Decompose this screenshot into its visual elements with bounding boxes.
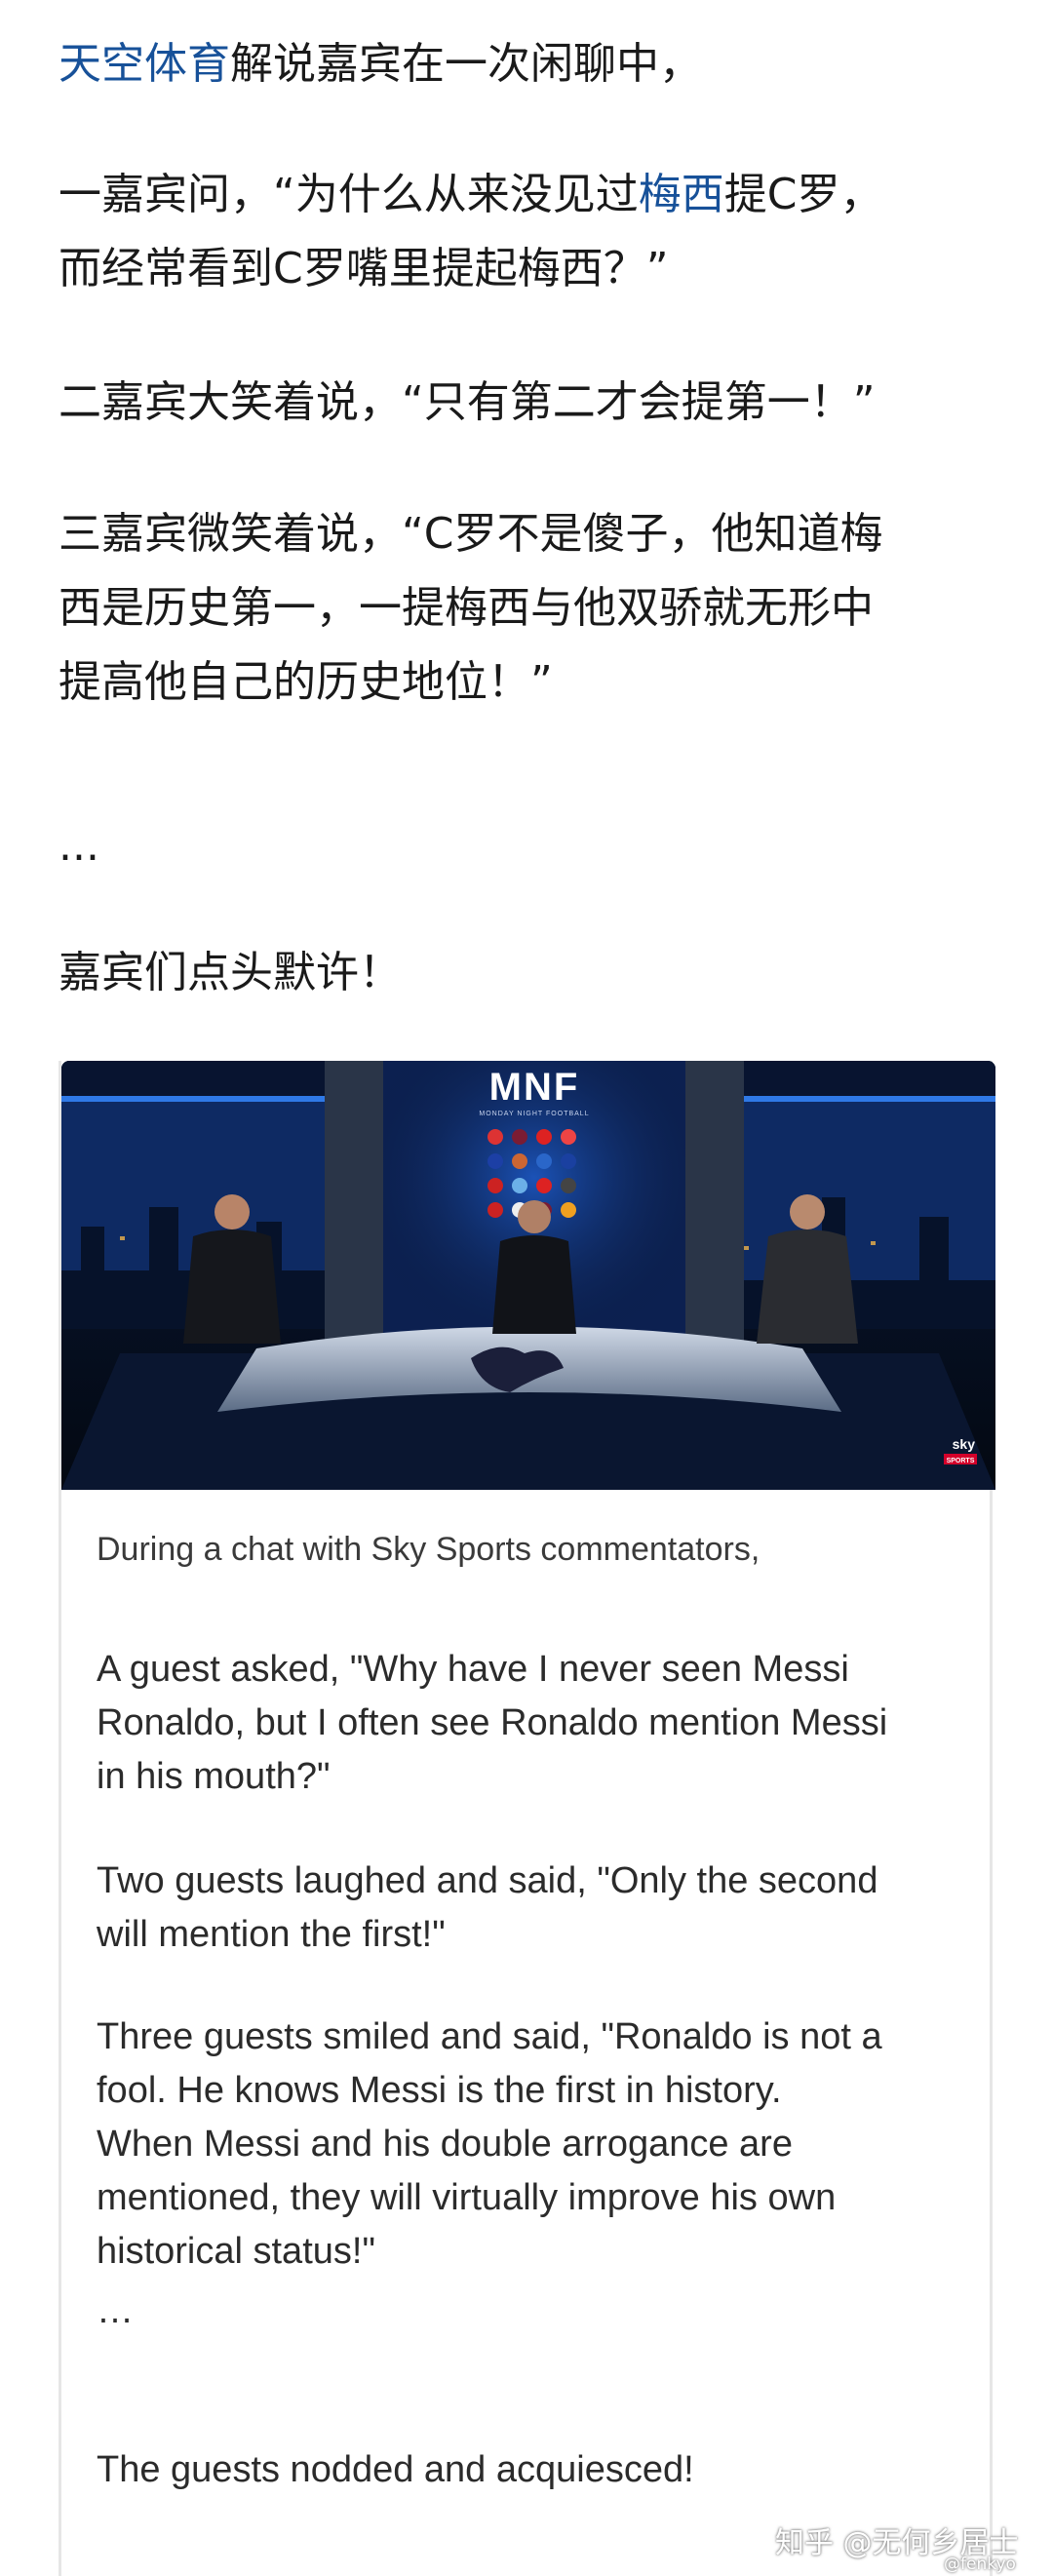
paragraph-3-line-1: 三嘉宾微笑着说，“C罗不是傻子，他知道梅 — [58, 509, 883, 559]
article-ellipsis: ... — [58, 821, 99, 871]
mnf-logo: MNF — [489, 1066, 580, 1109]
paragraph-1-line-1: 一嘉宾问，“为什么从来没见过梅西提C罗， — [58, 170, 883, 219]
paragraph-1-line-2: 而经常看到C罗嘴里提起梅西？” — [58, 244, 669, 293]
translation-closing: The guests nodded and acquiesced! — [97, 2449, 694, 2490]
studio-image: MNF MONDAY NIGHT FOOTBALL sky SPORTS — [61, 1061, 995, 1490]
mnf-subtitle: MONDAY NIGHT FOOTBALL — [479, 1111, 589, 1117]
studio-scene: MNF MONDAY NIGHT FOOTBALL sky SPORTS — [61, 1061, 995, 1490]
svg-text:sky: sky — [953, 1436, 976, 1452]
paragraph-3-line-2: 西是历史第一，一提梅西与他双骄就无形中 — [58, 583, 874, 633]
translation-caption: During a chat with Sky Sports commentato… — [97, 1531, 760, 1568]
handle-watermark: @fenkyo — [944, 2555, 1016, 2574]
paragraph-3-line-3: 提高他自己的历史地位！” — [58, 657, 553, 707]
embedded-screenshot: MNF MONDAY NIGHT FOOTBALL sky SPORTS Dur… — [58, 1061, 995, 2576]
translation-ellipsis: … — [97, 2290, 134, 2331]
paragraph-1: 一嘉宾问，“为什么从来没见过梅西提C罗， 而经常看到C罗嘴里提起梅西？” — [58, 158, 1004, 306]
translation-paragraph-1: A guest asked, "Why have I never seen Me… — [97, 1649, 888, 1797]
intro-line: 天空体育解说嘉宾在一次闲聊中， — [58, 27, 1004, 101]
messi-link[interactable]: 梅西 — [639, 170, 724, 219]
svg-text:SPORTS: SPORTS — [947, 1458, 975, 1464]
translation-paragraph-3: Three guests smiled and said, "Ronaldo i… — [97, 2016, 882, 2272]
translation-paragraph-2: Two guests laughed and said, "Only the s… — [97, 1860, 878, 1955]
tianyi-tiyu-link[interactable]: 天空体育 — [58, 39, 230, 89]
paragraph-3: 三嘉宾微笑着说，“C罗不是傻子，他知道梅 西是历史第一，一提梅西与他双骄就无形中… — [58, 497, 1004, 720]
closing-line: 嘉宾们点头默许！ — [58, 948, 402, 997]
paragraph-2: 二嘉宾大笑着说，“只有第二才会提第一！” — [58, 377, 876, 427]
intro-rest: 解说嘉宾在一次闲聊中， — [230, 39, 702, 89]
